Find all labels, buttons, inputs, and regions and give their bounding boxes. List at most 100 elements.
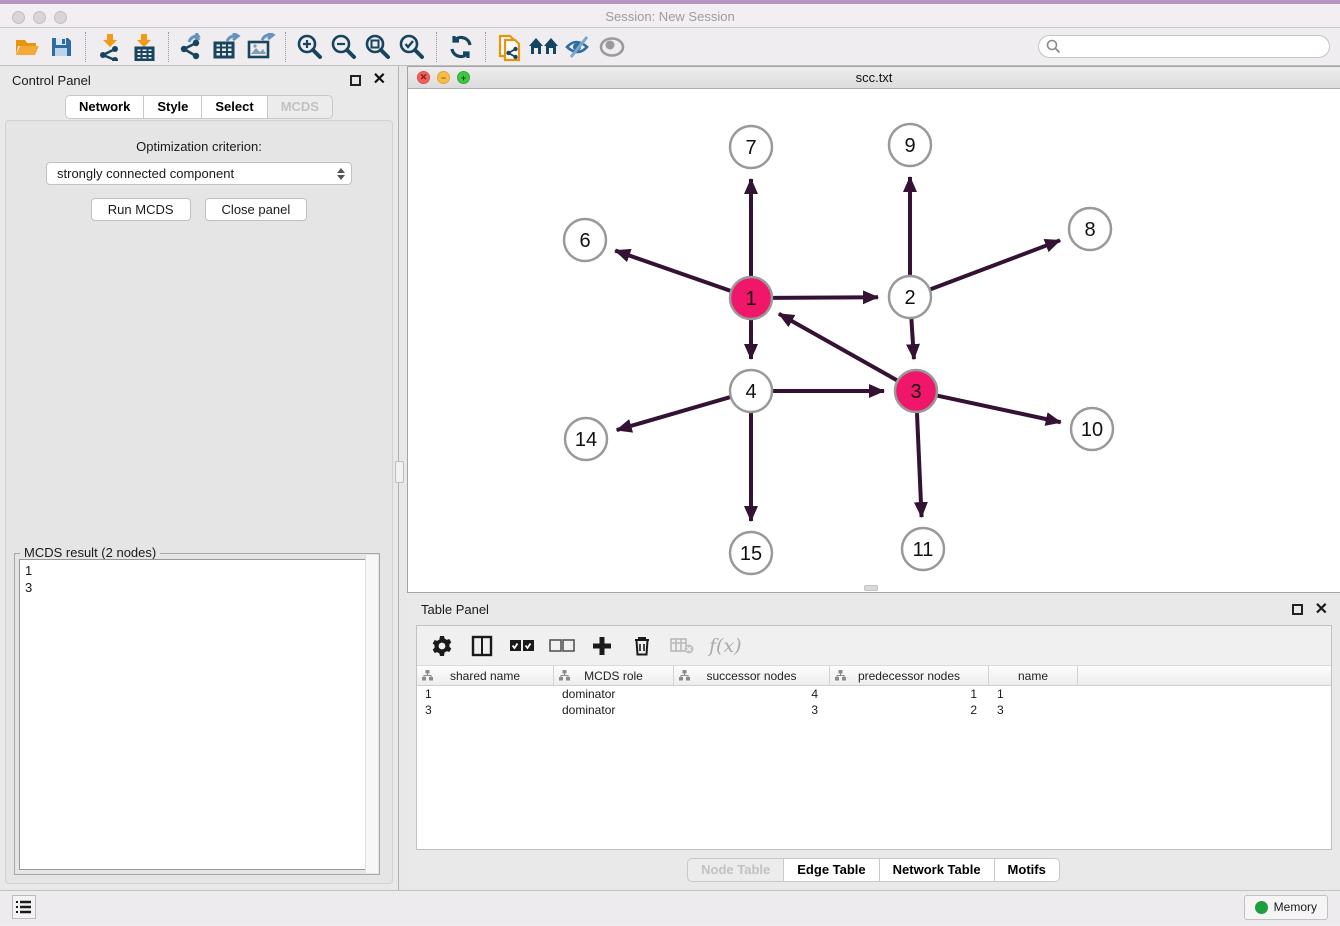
result-scrollbar[interactable] [365,555,378,873]
zoom-in-icon[interactable] [293,32,327,62]
hierarchy-icon [835,670,846,684]
column-header-mcds-role[interactable]: MCDS role [554,666,674,685]
refresh-view-icon[interactable] [444,32,478,62]
graph-edge-2-8[interactable] [931,240,1060,289]
table-cell[interactable]: dominator [554,702,674,718]
zoom-selected-icon[interactable] [395,32,429,62]
memory-button[interactable]: Memory [1244,895,1328,920]
table-cell[interactable]: 1 [417,686,554,702]
main-area: Control Panel ✕ Network Style Select MCD… [0,66,1340,890]
mcds-panel-body: Optimization criterion: strongly connect… [5,120,393,884]
close-panel-button[interactable]: Close panel [205,198,308,221]
control-panel-title: Control Panel [12,73,91,88]
criterion-select[interactable]: strongly connected component [46,162,352,185]
unselect-all-columns-icon[interactable] [549,633,575,659]
zoom-fit-icon[interactable] [361,32,395,62]
tab-edge-table[interactable]: Edge Table [783,858,878,882]
toolbar-separator [436,32,437,62]
settings-gear-icon[interactable] [429,633,455,659]
tab-network[interactable]: Network [65,95,143,119]
split-view-icon[interactable] [469,633,495,659]
toolbar-separator [285,32,286,62]
node-table: f(x) shared name MCDS role successor nod… [416,625,1332,850]
column-header-name[interactable]: name [989,666,1078,685]
network-graph: 7968124314101511 [408,89,1340,585]
column-header-predecessor-nodes[interactable]: predecessor nodes [830,666,989,685]
clone-network-icon[interactable] [493,32,527,62]
graph-edge-1-6[interactable] [615,251,730,291]
control-panel: Control Panel ✕ Network Style Select MCD… [0,66,399,890]
search-field[interactable] [1038,35,1330,58]
close-table-panel-icon[interactable]: ✕ [1315,599,1328,619]
add-column-icon[interactable] [589,633,615,659]
table-header-row[interactable]: shared name MCDS role successor nodes pr… [417,666,1331,686]
tab-node-table[interactable]: Node Table [687,858,783,882]
table-cell[interactable]: 2 [830,702,989,718]
select-all-columns-icon[interactable] [509,633,535,659]
hide-panels-icon[interactable] [561,32,595,62]
table-body[interactable]: 1dominator4113dominator323 [417,686,1331,849]
export-network-icon[interactable] [176,32,210,62]
tab-select[interactable]: Select [201,95,266,119]
import-network-icon[interactable] [93,32,127,62]
mcds-result-groupbox: MCDS result (2 nodes) 1 3 [14,553,380,875]
task-history-button[interactable] [12,895,36,919]
table-row-0[interactable]: 1dominator411 [417,686,1331,702]
float-panel-icon[interactable] [350,75,361,86]
run-mcds-button[interactable]: Run MCDS [91,198,191,221]
tab-motifs[interactable]: Motifs [994,858,1060,882]
zoom-out-icon[interactable] [327,32,361,62]
hierarchy-icon [422,670,433,684]
import-table-icon[interactable] [127,32,161,62]
save-session-icon[interactable] [44,32,78,62]
table-row-1[interactable]: 3dominator323 [417,702,1331,718]
graph-edge-3-11[interactable] [917,413,922,517]
delete-table-icon[interactable] [669,633,695,659]
search-icon [1046,39,1061,59]
mcds-result-text[interactable]: 1 3 [19,559,375,870]
graph-edge-3-10[interactable] [938,396,1061,423]
graph-node-label: 1 [745,288,756,310]
close-panel-icon[interactable]: ✕ [373,72,386,88]
table-cell[interactable]: 3 [417,702,554,718]
export-image-icon[interactable] [244,32,278,62]
right-column: ✕ − + scc.txt 7968124314101511 [399,66,1340,890]
graph-node-label: 2 [904,287,915,309]
select-stepper-icon [337,168,345,180]
main-toolbar [0,28,1340,66]
tab-style[interactable]: Style [143,95,201,119]
delete-column-icon[interactable] [629,633,655,659]
tab-network-table[interactable]: Network Table [879,858,994,882]
panel-splitter-handle[interactable] [395,461,404,483]
list-icon [16,900,32,914]
function-builder-icon[interactable]: f(x) [709,633,742,659]
export-table-icon[interactable] [210,32,244,62]
graph-node-label: 8 [1084,219,1095,241]
toolbar-separator [85,32,86,62]
network-canvas[interactable]: 7968124314101511 [408,89,1340,592]
table-cell[interactable]: dominator [554,686,674,702]
graph-edge-4-14[interactable] [617,397,730,430]
column-header-shared-name[interactable]: shared name [417,666,554,685]
control-panel-header: Control Panel ✕ [0,66,398,94]
network-window-titlebar[interactable]: ✕ − + scc.txt [408,67,1340,89]
graph-edge-3-1[interactable] [779,314,897,380]
criterion-value: strongly connected component [57,166,234,181]
network-view-window: ✕ − + scc.txt 7968124314101511 [407,66,1340,593]
open-folder-icon[interactable] [10,32,44,62]
float-table-panel-icon[interactable] [1292,604,1303,615]
show-eye-icon[interactable] [595,32,629,62]
search-input[interactable] [1038,35,1330,58]
table-cell[interactable]: 1 [830,686,989,702]
network-window-title: scc.txt [408,70,1340,85]
graph-edge-2-3[interactable] [911,319,914,359]
tab-mcds[interactable]: MCDS [267,95,333,119]
table-cell[interactable]: 3 [989,702,1078,718]
table-cell[interactable]: 1 [989,686,1078,702]
column-header-successor-nodes[interactable]: successor nodes [674,666,830,685]
home-layout-icon[interactable] [527,32,561,62]
table-cell[interactable]: 3 [674,702,830,718]
graph-edge-1-2[interactable] [773,297,878,298]
table-cell[interactable]: 4 [674,686,830,702]
network-hscrollbar[interactable] [408,584,1340,592]
